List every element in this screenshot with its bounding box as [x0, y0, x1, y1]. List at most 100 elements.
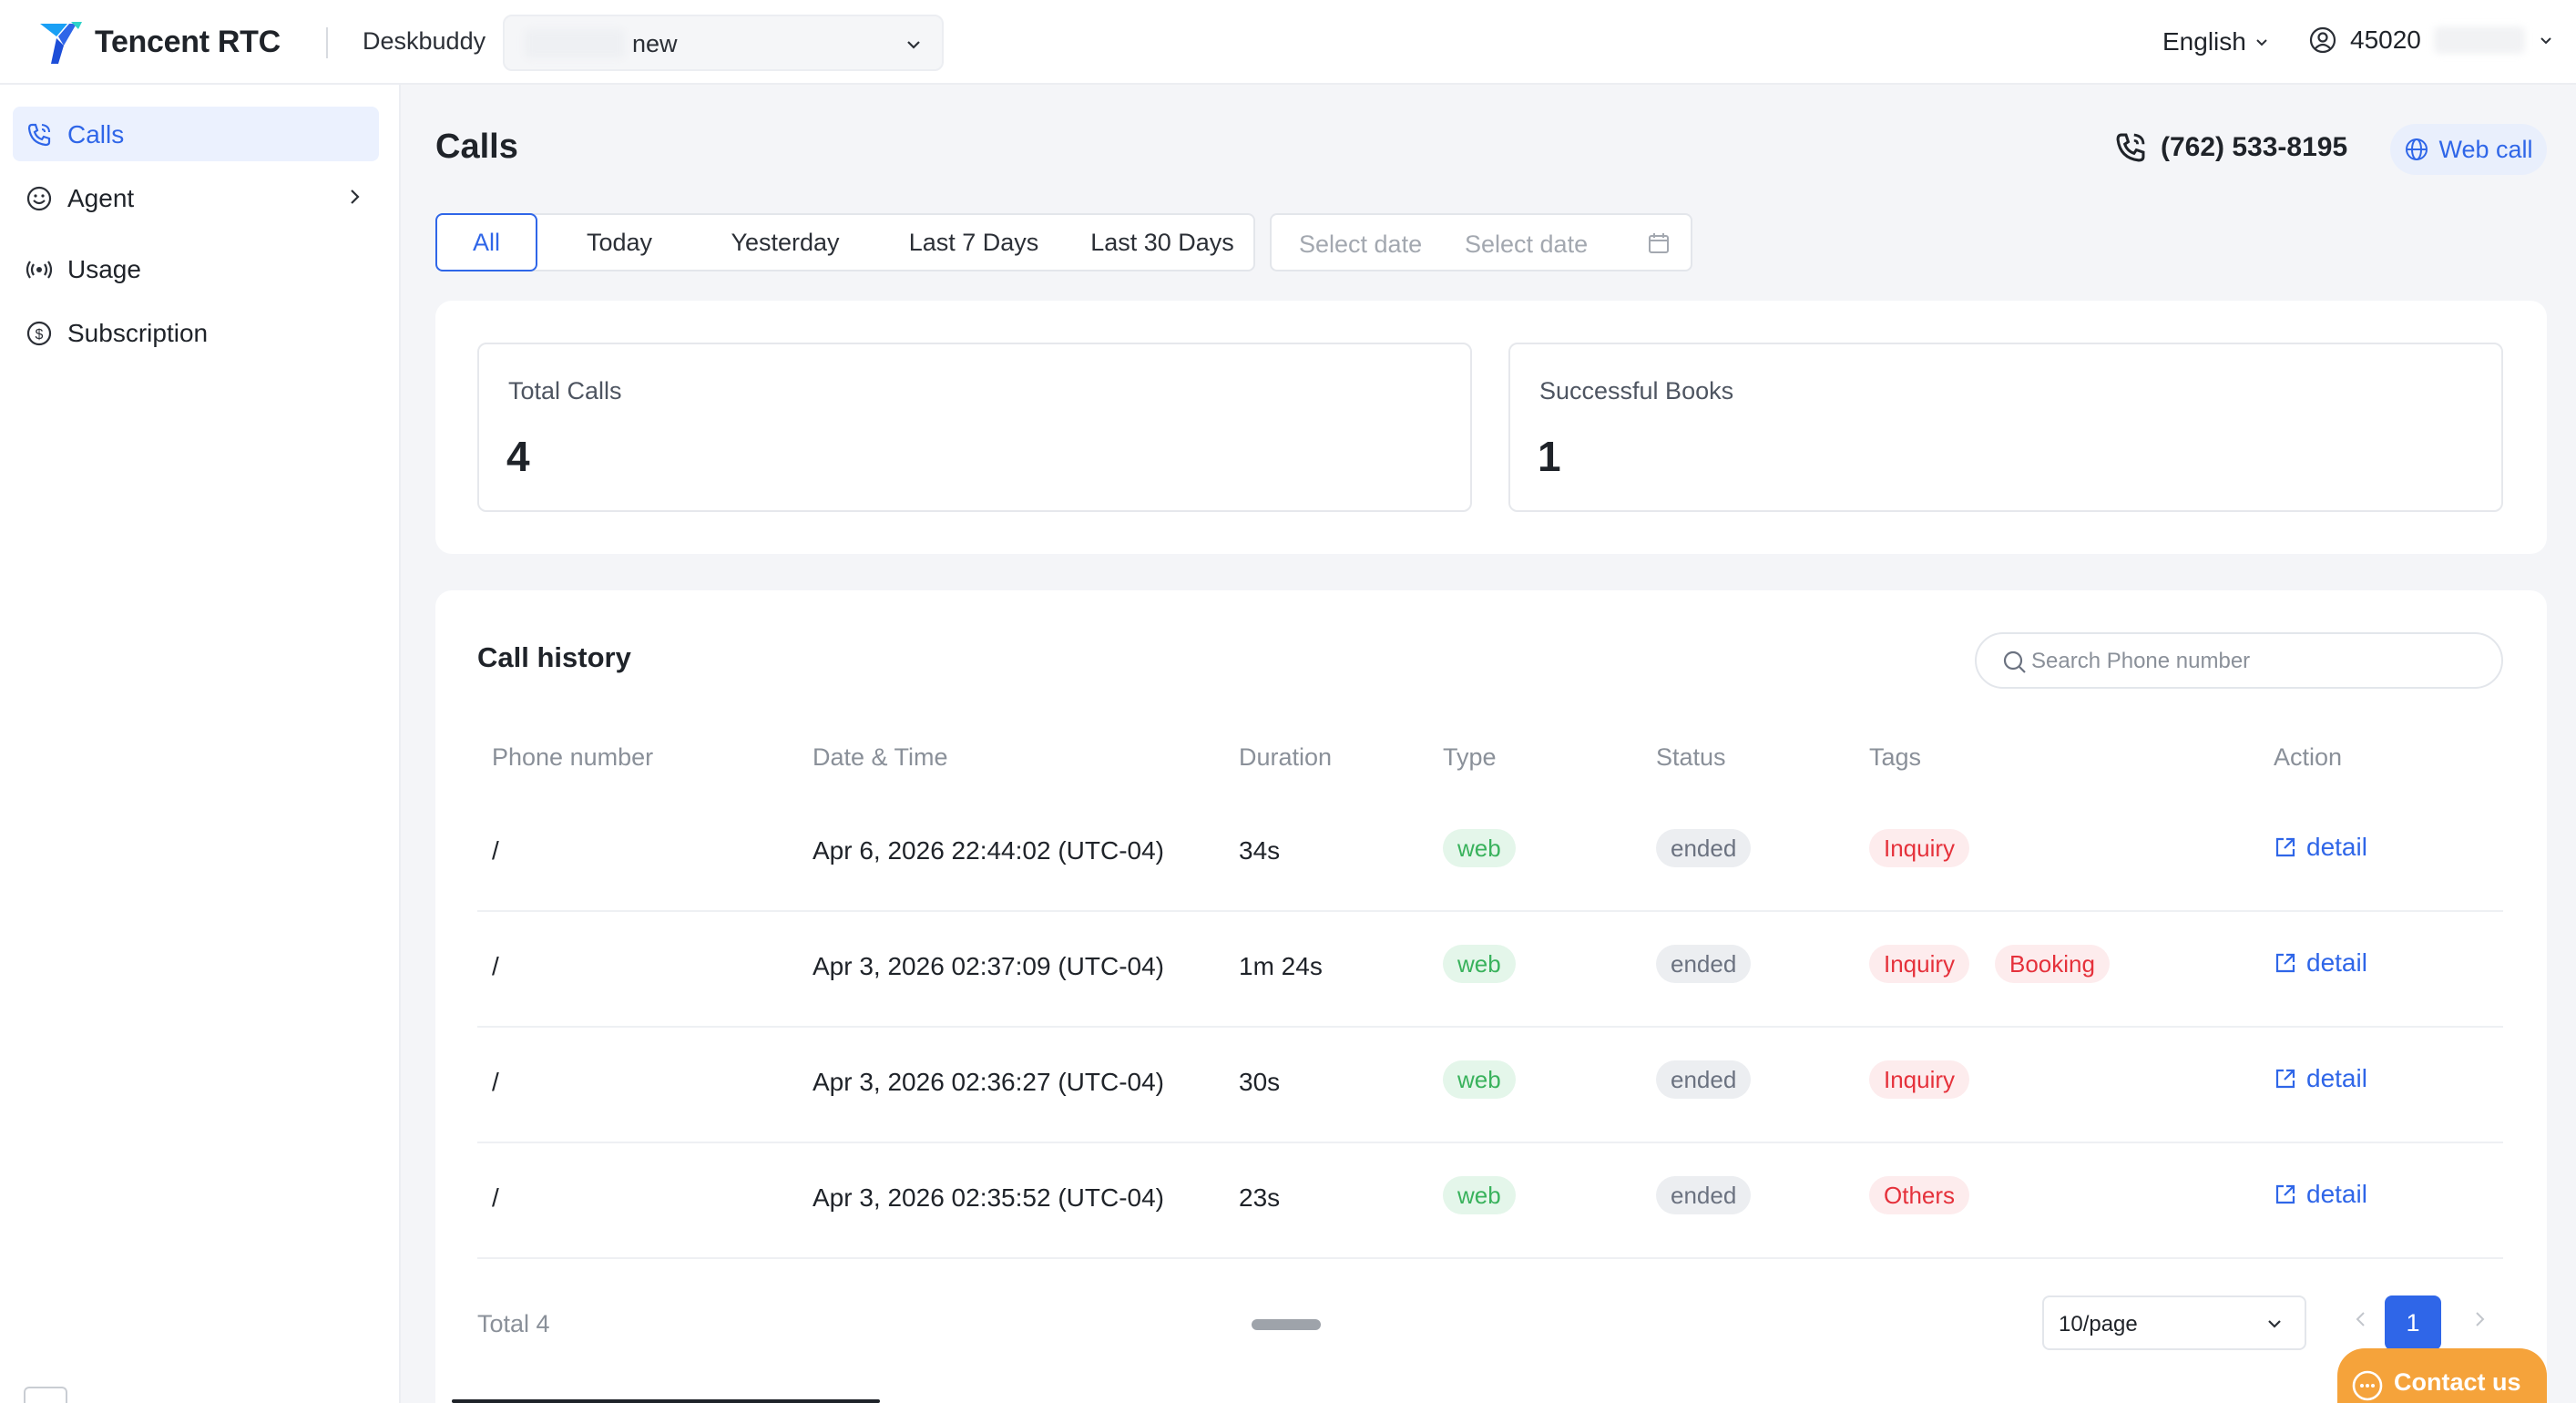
cell-phone: / — [492, 952, 499, 981]
sidebar-item-usage[interactable]: Usage — [13, 241, 379, 296]
stat-total-calls: Total Calls 4 — [477, 343, 1472, 512]
phone-number: (762) 533-8195 — [2161, 132, 2347, 163]
phone-icon — [26, 121, 53, 148]
detail-link[interactable]: detail — [2274, 1064, 2367, 1093]
redacted-workspace-prefix — [525, 29, 625, 58]
detail-label: detail — [2306, 1064, 2367, 1093]
status-badge: ended — [1656, 945, 1751, 983]
column-header-status: Status — [1656, 743, 1726, 772]
tag-badge: Booking — [1995, 945, 2110, 983]
chevron-down-icon — [904, 35, 924, 55]
cell-datetime: Apr 3, 2026 02:36:27 (UTC-04) — [813, 1068, 1164, 1097]
workspace-select[interactable]: new — [503, 15, 944, 71]
top-bar: Tencent RTC Deskbuddy new English 45020 — [0, 0, 2576, 85]
horizontal-scrollbar[interactable] — [1252, 1319, 1321, 1330]
chat-bubble-icon — [2350, 1368, 2385, 1403]
phone-number-display: (762) 533-8195 — [2113, 130, 2347, 165]
stat-value: 4 — [506, 432, 530, 481]
sidebar-item-subscription[interactable]: $ Subscription — [13, 305, 379, 360]
tag-badge: Inquiry — [1869, 829, 1969, 867]
detail-label: detail — [2306, 833, 2367, 862]
svg-text:$: $ — [36, 327, 44, 343]
web-call-label: Web call — [2438, 136, 2532, 164]
user-icon — [2308, 26, 2337, 55]
external-link-icon — [2274, 951, 2297, 975]
range-all[interactable]: All — [435, 213, 537, 271]
cell-duration: 30s — [1239, 1068, 1280, 1097]
external-link-icon — [2274, 1183, 2297, 1206]
tag-badge: Others — [1869, 1176, 1969, 1214]
external-link-icon — [2274, 835, 2297, 859]
page-size-select[interactable]: 10/page — [2042, 1295, 2306, 1350]
chevron-down-icon — [2264, 1314, 2285, 1334]
chevron-right-icon — [344, 187, 364, 207]
cell-phone: / — [492, 1183, 499, 1213]
range-last-30-days[interactable]: Last 30 Days — [1071, 215, 1253, 270]
page-title: Calls — [435, 128, 518, 167]
page-size-value: 10/page — [2059, 1312, 2138, 1337]
call-history-card: Call history Phone number Date & Time Du… — [435, 590, 2547, 1403]
tencent-rtc-logo-icon — [36, 18, 86, 66]
phone-search[interactable] — [1975, 632, 2503, 689]
sidebar-item-label: Usage — [67, 255, 141, 284]
language-label: English — [2162, 27, 2246, 56]
type-badge: web — [1443, 1176, 1516, 1214]
search-input[interactable] — [2031, 645, 2487, 678]
cell-phone: / — [492, 1068, 499, 1097]
page-number-current[interactable]: 1 — [2385, 1295, 2441, 1350]
chevron-down-icon — [2254, 34, 2270, 50]
sidebar-item-label: Subscription — [67, 319, 208, 348]
language-select[interactable]: English — [2162, 27, 2270, 56]
search-icon — [2002, 650, 2028, 675]
stat-value: 1 — [1538, 432, 1561, 481]
status-badge: ended — [1656, 829, 1751, 867]
status-badge: ended — [1656, 1060, 1751, 1099]
range-yesterday[interactable]: Yesterday — [694, 215, 876, 270]
column-header-phone: Phone number — [492, 743, 653, 772]
next-page-icon[interactable] — [2467, 1306, 2492, 1332]
column-header-action: Action — [2274, 743, 2342, 772]
stat-successful-books: Successful Books 1 — [1508, 343, 2503, 512]
cell-duration: 34s — [1239, 836, 1280, 865]
column-header-tags: Tags — [1869, 743, 1921, 772]
table-row: / Apr 3, 2026 02:35:52 (UTC-04) 23s web … — [477, 1143, 2503, 1259]
detail-link[interactable]: detail — [2274, 833, 2367, 862]
globe-icon — [2404, 137, 2429, 162]
date-range-picker[interactable]: Select date Select date — [1270, 213, 1692, 271]
dollar-icon: $ — [26, 320, 53, 347]
tag-badge: Inquiry — [1869, 945, 1969, 983]
cell-phone: / — [492, 836, 499, 865]
external-link-icon — [2274, 1067, 2297, 1091]
status-badge: ended — [1656, 1176, 1751, 1214]
contact-us-label: Contact us — [2394, 1368, 2521, 1397]
brand-name: Tencent RTC — [95, 25, 281, 60]
detail-link[interactable]: detail — [2274, 1180, 2367, 1209]
contact-us-button[interactable]: Contact us — [2337, 1348, 2547, 1403]
web-call-button[interactable]: Web call — [2390, 124, 2547, 175]
type-badge: web — [1443, 1060, 1516, 1099]
collapse-sidebar-icon[interactable] — [24, 1387, 67, 1403]
detail-link[interactable]: detail — [2274, 948, 2367, 978]
prev-page-icon[interactable] — [2348, 1306, 2374, 1332]
table-row: / Apr 3, 2026 02:37:09 (UTC-04) 1m 24s w… — [477, 912, 2503, 1028]
range-last-7-days[interactable]: Last 7 Days — [878, 215, 1069, 270]
sidebar-item-agent[interactable]: Agent — [13, 170, 379, 225]
column-header-type: Type — [1443, 743, 1497, 772]
type-badge: web — [1443, 829, 1516, 867]
sidebar-item-label: Agent — [67, 184, 134, 213]
range-today[interactable]: Today — [547, 215, 692, 270]
phone-call-icon — [2113, 130, 2148, 165]
bottom-scroll-indicator — [452, 1399, 880, 1403]
cell-duration: 1m 24s — [1239, 952, 1323, 981]
detail-label: detail — [2306, 948, 2367, 978]
smiley-icon — [26, 185, 53, 212]
chevron-down-icon — [2538, 32, 2554, 48]
sidebar: Calls Agent Usage $ Subscription — [0, 85, 401, 1403]
cell-datetime: Apr 6, 2026 22:44:02 (UTC-04) — [813, 836, 1164, 865]
calendar-icon — [1647, 231, 1671, 255]
brand-logo[interactable]: Tencent RTC — [36, 18, 281, 66]
sidebar-item-calls[interactable]: Calls — [13, 107, 379, 161]
broadcast-icon — [26, 256, 53, 283]
account-menu[interactable]: 45020 — [2308, 26, 2554, 55]
account-id: 45020 — [2350, 26, 2421, 55]
